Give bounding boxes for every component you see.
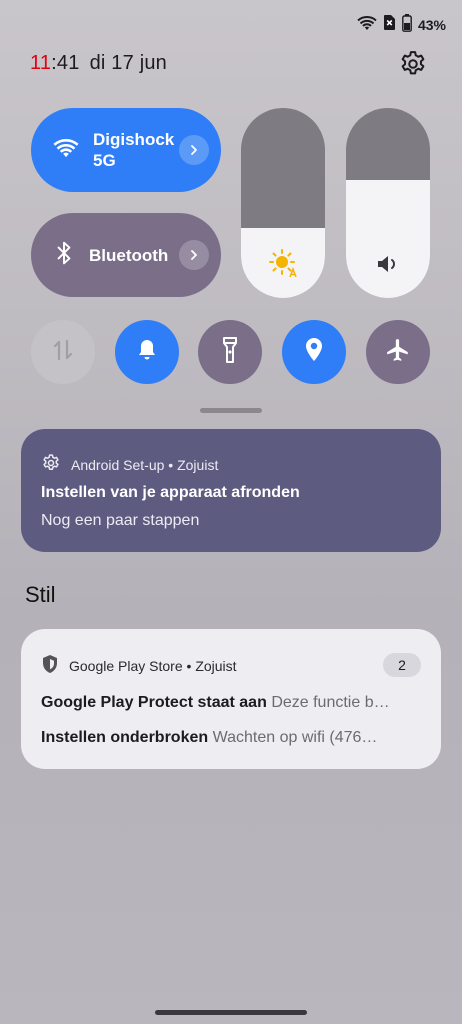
notification-separator: • xyxy=(182,657,196,674)
wifi-icon xyxy=(53,137,79,164)
gesture-navigation-bar[interactable] xyxy=(155,1010,307,1015)
volume-slider-fill xyxy=(346,180,430,298)
settings-gear-icon[interactable] xyxy=(398,49,428,79)
panel-drag-handle[interactable] xyxy=(200,408,262,413)
notification-header: Android Set-up • Zojuist xyxy=(41,453,421,476)
clock-date[interactable]: 11:41 di 17 jun xyxy=(30,52,167,75)
notification-text: Nog een paar stappen xyxy=(41,512,200,529)
location-pin-icon xyxy=(303,336,325,369)
notification-time: Zojuist xyxy=(177,456,219,473)
date-label: di 17 jun xyxy=(89,52,167,74)
airplane-icon xyxy=(385,337,411,368)
clock-minute: :41 xyxy=(51,52,80,74)
airplane-mode-toggle[interactable] xyxy=(366,320,430,384)
battery-icon xyxy=(402,13,412,37)
auto-brightness-icon xyxy=(241,248,325,278)
wifi-details-chevron-icon[interactable] xyxy=(179,135,209,165)
settings-gear-small-icon xyxy=(41,453,61,476)
location-toggle[interactable] xyxy=(282,320,346,384)
status-bar: 43% xyxy=(357,13,446,37)
notification-row: Instellen onderbroken Wachten op wifi (4… xyxy=(41,729,421,747)
wifi-signal-icon xyxy=(357,15,377,36)
notification-row: Google Play Protect staat aan Deze funct… xyxy=(41,694,421,712)
notification-google-play[interactable]: Google Play Store • Zojuist 2 Google Pla… xyxy=(21,629,441,769)
wifi-tile-label: Digishock 5G xyxy=(93,129,179,171)
notification-row-title: Google Play Protect staat aan xyxy=(41,694,267,711)
bluetooth-icon xyxy=(53,240,75,271)
notification-count-badge[interactable]: 2 xyxy=(383,653,421,677)
wifi-network-name: Digishock xyxy=(93,130,175,149)
section-title-silent: Stil xyxy=(25,582,56,607)
mobile-data-toggle[interactable] xyxy=(31,320,95,384)
notification-row-text: Wachten op wifi (476… xyxy=(212,729,378,746)
notification-row-text: Deze functie b… xyxy=(271,694,390,711)
notification-android-setup[interactable]: Android Set-up • Zojuist Instellen van j… xyxy=(21,429,441,552)
bluetooth-tile[interactable]: Bluetooth xyxy=(31,213,221,297)
battery-percent: 43% xyxy=(417,17,446,33)
bluetooth-details-chevron-icon[interactable] xyxy=(179,240,209,270)
notification-header: Google Play Store • Zojuist xyxy=(41,654,421,677)
volume-slider[interactable] xyxy=(346,108,430,298)
wifi-tile[interactable]: Digishock 5G xyxy=(31,108,221,192)
notification-app-name: Google Play Store xyxy=(69,657,183,674)
clock-hour: 11 xyxy=(30,52,52,74)
flashlight-icon xyxy=(220,336,240,369)
flashlight-toggle[interactable] xyxy=(198,320,262,384)
mobile-data-arrows-icon xyxy=(51,337,75,368)
volume-icon xyxy=(346,250,430,278)
notification-separator: • xyxy=(164,456,178,473)
sound-mode-toggle[interactable] xyxy=(115,320,179,384)
bell-icon xyxy=(135,337,159,368)
notification-app-name: Android Set-up xyxy=(71,456,165,473)
notification-time: Zojuist xyxy=(195,657,237,674)
bluetooth-tile-label: Bluetooth xyxy=(89,245,169,265)
no-sim-icon xyxy=(383,14,396,36)
notification-row-title: Instellen onderbroken xyxy=(41,729,209,746)
shield-icon xyxy=(41,654,59,677)
wifi-band: 5G xyxy=(93,151,116,170)
notification-title: Instellen van je apparaat afronden xyxy=(41,484,300,501)
brightness-slider[interactable] xyxy=(241,108,325,298)
